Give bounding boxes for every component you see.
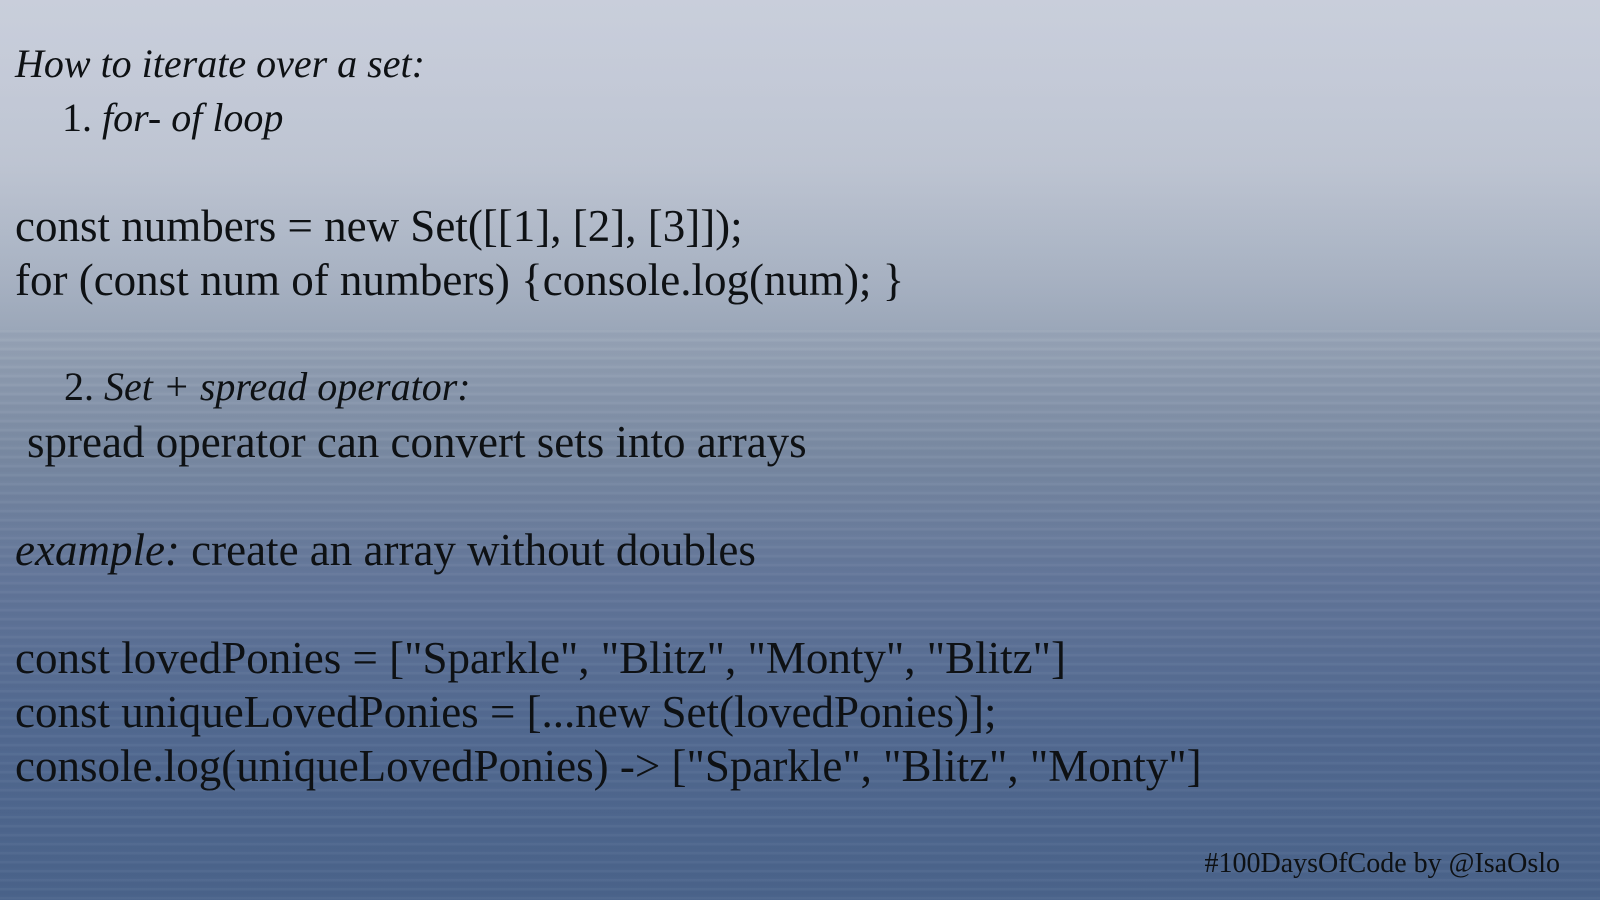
list-item-2-number: 2. <box>64 364 94 409</box>
description-text: spread operator can convert sets into ar… <box>27 417 807 467</box>
heading: How to iterate over a set: <box>15 41 425 86</box>
list-item-1-label: for- of loop <box>102 95 284 140</box>
list-item-1-number: 1. <box>62 95 92 140</box>
list-item-1: 1. for- of loop <box>62 98 283 138</box>
list-item-2-label: Set + spread operator: <box>104 364 471 409</box>
example-line: example: create an array without doubles <box>15 528 756 573</box>
list-item-2: 2. Set + spread operator: <box>64 367 471 407</box>
code-line-numbers: const numbers = new Set([[1], [2], [3]])… <box>15 201 743 251</box>
water-ripples <box>0 330 1600 900</box>
code-line-unique-ponies: const uniqueLovedPonies = [...new Set(lo… <box>15 687 997 737</box>
code-line-for-of: for (const num of numbers) {console.log(… <box>15 255 905 305</box>
code-line-loved-ponies: const lovedPonies = ["Sparkle", "Blitz",… <box>15 633 1066 683</box>
example-label: example: <box>15 525 180 575</box>
signature: #100DaysOfCode by @IsaOslo <box>1204 848 1560 879</box>
example-text: create an array without doubles <box>179 525 756 575</box>
code-line-console-log: console.log(uniqueLovedPonies) -> ["Spar… <box>15 741 1202 791</box>
